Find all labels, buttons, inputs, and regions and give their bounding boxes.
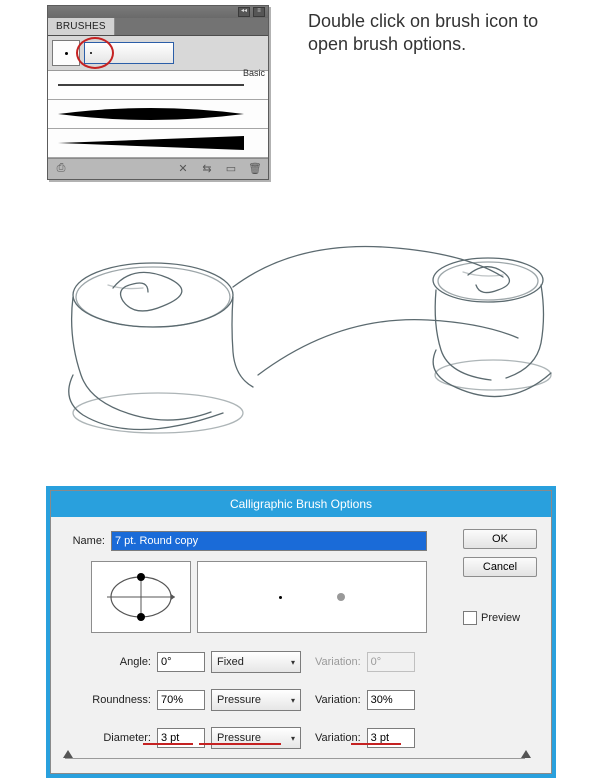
angle-mode-value: Fixed <box>217 656 244 668</box>
brush-stroke-icon <box>56 106 246 122</box>
panel-footer: ⎙ ✕ ⇆ ▭ 🗑 <box>48 158 268 179</box>
roundness-variation-input[interactable] <box>367 690 415 710</box>
brush-thumbnails-row <box>48 36 268 71</box>
roundness-mode-select[interactable]: Pressure ▾ <box>211 689 301 711</box>
roundness-input[interactable] <box>157 690 205 710</box>
new-brush-icon[interactable]: ▭ <box>224 162 238 176</box>
ok-button[interactable]: OK <box>463 529 537 549</box>
ribbon-sketch-image <box>58 225 558 455</box>
brush-preview-taper[interactable] <box>48 129 268 158</box>
tab-brushes[interactable]: BRUSHES <box>48 18 115 35</box>
cancel-button[interactable]: Cancel <box>463 557 537 577</box>
diameter-slider-track[interactable] <box>65 758 525 759</box>
panel-header: ◂◂ ≡ <box>48 6 268 18</box>
diameter-variation-input[interactable] <box>367 728 415 748</box>
angle-label: Angle: <box>65 656 151 668</box>
calligraphic-brush-options-dialog: Calligraphic Brush Options Name: OK Canc… <box>50 490 552 774</box>
options-icon[interactable]: ⇆ <box>200 162 214 176</box>
dialog-buttons: OK Cancel Preview <box>463 529 537 625</box>
angle-mode-select[interactable]: Fixed ▾ <box>211 651 301 673</box>
angle-row: Angle: Fixed ▾ Variation: <box>65 651 537 673</box>
angle-ellipse-icon <box>101 570 181 624</box>
brush-stroke-icon <box>56 135 246 151</box>
brush-thumb-2-selected[interactable] <box>84 42 174 64</box>
preview-dot-large <box>337 593 345 601</box>
preview-checkbox-row[interactable]: Preview <box>463 611 537 625</box>
preview-dot-small <box>279 596 282 599</box>
name-label: Name: <box>65 535 111 547</box>
panel-tabs: BRUSHES <box>48 18 268 36</box>
brush-stroke-icon <box>56 77 246 93</box>
delete-brush-icon[interactable]: 🗑 <box>248 162 262 176</box>
name-input[interactable] <box>111 531 427 551</box>
roundness-row: Roundness: Pressure ▾ Variation: <box>65 689 537 711</box>
size-preview-box <box>197 561 427 633</box>
chevron-down-icon: ▾ <box>291 734 295 743</box>
brush-preview-wide[interactable] <box>48 100 268 129</box>
panel-menu-icon[interactable]: ≡ <box>253 7 265 17</box>
diameter-slider-knob-right[interactable] <box>521 750 531 758</box>
angle-variation-input <box>367 652 415 672</box>
diameter-label: Diameter: <box>65 732 151 744</box>
dialog-title: Calligraphic Brush Options <box>51 491 551 517</box>
preview-label: Preview <box>481 612 520 624</box>
checkbox-icon[interactable] <box>463 611 477 625</box>
chevron-down-icon: ▾ <box>291 658 295 667</box>
diameter-input[interactable] <box>157 728 205 748</box>
angle-input[interactable] <box>157 652 205 672</box>
annotation-underline-variation <box>351 743 401 745</box>
brush-thumb-1[interactable] <box>52 40 80 66</box>
instruction-text: Double click on brush icon to open brush… <box>308 10 568 55</box>
dot-icon <box>65 52 68 55</box>
brush-preview-label: Basic <box>243 68 265 78</box>
dot-icon <box>90 52 92 54</box>
angle-preview-box[interactable] <box>91 561 191 633</box>
libraries-icon[interactable]: ⎙ <box>54 162 68 176</box>
diameter-slider-knob-left[interactable] <box>63 750 73 758</box>
diameter-row: Diameter: Pressure ▾ Variation: <box>65 727 537 749</box>
panel-collapse-icon[interactable]: ◂◂ <box>238 7 250 17</box>
roundness-label: Roundness: <box>65 694 151 706</box>
brushes-panel: ◂◂ ≡ BRUSHES Basic ⎙ ✕ ⇆ ▭ 🗑 <box>47 5 269 180</box>
brush-preview-basic[interactable]: Basic <box>48 71 268 100</box>
annotation-underline-diameter <box>143 743 193 745</box>
roundness-variation-label: Variation: <box>315 694 361 706</box>
angle-variation-label: Variation: <box>315 656 361 668</box>
roundness-mode-value: Pressure <box>217 694 261 706</box>
chevron-down-icon: ▾ <box>291 696 295 705</box>
diameter-mode-select[interactable]: Pressure ▾ <box>211 727 301 749</box>
remove-stroke-icon[interactable]: ✕ <box>176 162 190 176</box>
annotation-underline-mode <box>199 743 281 745</box>
